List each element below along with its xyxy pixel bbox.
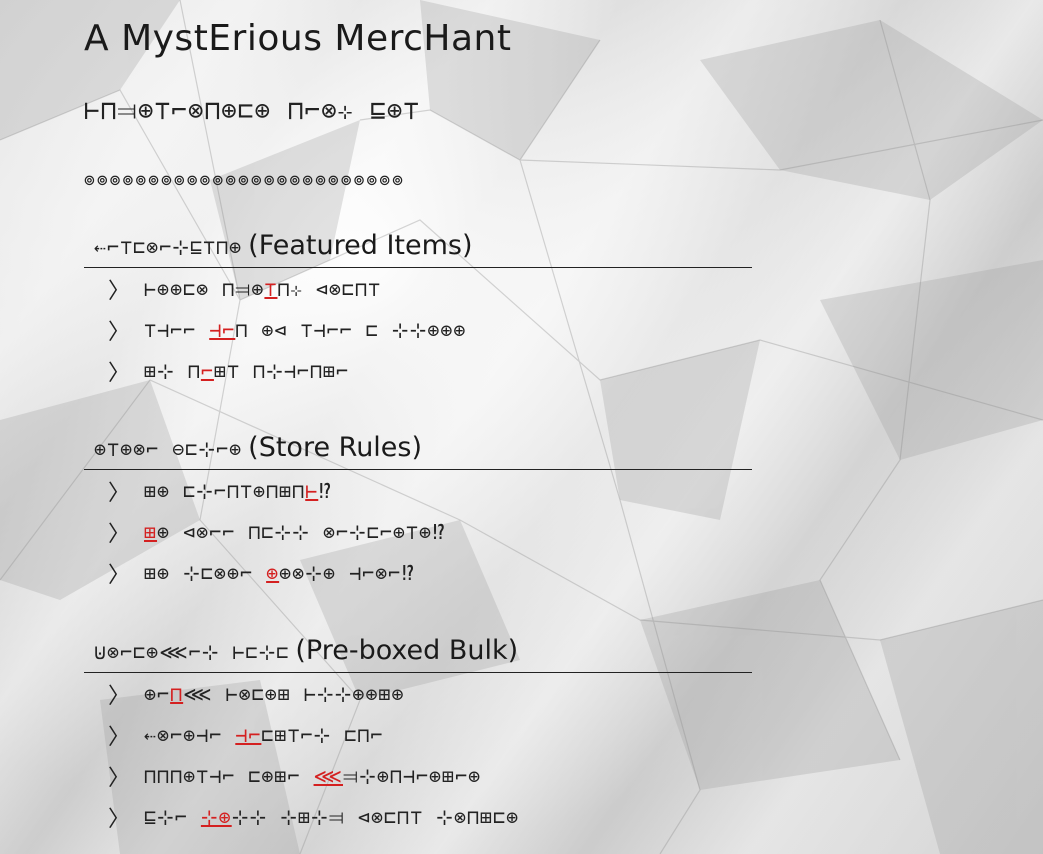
chevron-right-icon: 〉	[108, 562, 131, 588]
list-item-text: ⊞⊕ ⊹⊏⊗⊕⌐ ⊕⊕⊗⊹⊕ ⊣⌐⊗⌐⁉	[144, 561, 414, 585]
highlighted-glyph: ⌐	[200, 358, 214, 383]
list-item: 〉 ⊓⊓⊓⊕⊤⊣⌐ ⊏⊕⊞⌐ ⋘⫤⊹⊕⊓⊣⌐⊕⊞⌐⊕	[84, 755, 752, 796]
chevron-right-icon: 〉	[108, 683, 131, 709]
list-item-text: ⊕⌐⊓⋘ ⊢⊗⊏⊕⊞ ⊢⊹⊹⊕⊕⊞⊕	[144, 682, 405, 706]
featured-items-list: 〉 ⊢⊕⊕⊏⊗ ⊓⫤⊕⊤⊓⊹ ⊲⊗⊏⊓⊤ 〉 ⊤⊣⌐⌐ ⊣⌐⊓ ⊕⊲ ⊤⊣⌐⌐ …	[84, 268, 752, 391]
text-segment: ⫤⊹⊕⊓⊣⌐⊕⊞⌐⊕	[343, 763, 482, 788]
text-segment: ⊑⊹⌐	[144, 804, 201, 829]
text-segment: ⊕ ⊲⊗⌐⌐ ⊓⊏⊹⊹ ⊗⌐⊹⊏⌐⊕⊤⊕⁉	[157, 519, 446, 544]
list-item-text: ⊞⊹ ⊓⌐⊞⊤ ⊓⊹⊣⌐⊓⊞⌐	[144, 359, 349, 383]
pre-boxed-bulk-section: ⊍⊗⌐⊏⊕⋘⌐⊹ ⊢⊏⊹⊏ (Pre-boxed Bulk) 〉 ⊕⌐⊓⋘ ⊢⊗…	[84, 635, 752, 837]
list-item: 〉 ⊤⊣⌐⌐ ⊣⌐⊓ ⊕⊲ ⊤⊣⌐⌐ ⊏ ⊹⊹⊕⊕⊕	[84, 309, 752, 350]
list-item-text: ⊓⊓⊓⊕⊤⊣⌐ ⊏⊕⊞⌐ ⋘⫤⊹⊕⊓⊣⌐⊕⊞⌐⊕	[144, 764, 481, 788]
list-item: 〉 ⊞⊹ ⊓⌐⊞⊤ ⊓⊹⊣⌐⊓⊞⌐	[84, 350, 752, 391]
text-segment: ⁉	[318, 478, 332, 503]
text-segment: ⊏⊞⊤⌐⊹ ⊏⊓⌐	[261, 722, 384, 747]
chevron-right-icon: 〉	[108, 724, 131, 750]
list-item-text: ⊑⊹⌐ ⊹⊕⊹⊹ ⊹⊞⊹⫤ ⊲⊗⊏⊓⊤ ⊹⊗⊓⊞⊏⊕	[144, 805, 519, 829]
text-segment: ⊓⊹ ⊲⊗⊏⊓⊤	[277, 276, 382, 301]
list-item-text: ⊞⊕ ⊲⊗⌐⌐ ⊓⊏⊹⊹ ⊗⌐⊹⊏⌐⊕⊤⊕⁉	[144, 520, 445, 544]
page-title: A MystErious MercHant	[84, 18, 512, 59]
highlighted-glyph: ⋘	[313, 763, 343, 788]
list-item: 〉 ⊞⊕ ⊹⊏⊗⊕⌐ ⊕⊕⊗⊹⊕ ⊣⌐⊗⌐⁉	[84, 552, 752, 593]
highlighted-glyph: ⊹⊕	[200, 804, 232, 829]
store-rules-list: 〉 ⊞⊕ ⊏⊹⌐⊓⊤⊕⊓⊞⊓⊢⁉ 〉 ⊞⊕ ⊲⊗⌐⌐ ⊓⊏⊹⊹ ⊗⌐⊹⊏⌐⊕⊤⊕…	[84, 470, 752, 593]
text-segment: ⊹⊹ ⊹⊞⊹⫤ ⊲⊗⊏⊓⊤ ⊹⊗⊓⊞⊏⊕	[231, 804, 520, 829]
list-item: 〉 ⊑⊹⌐ ⊹⊕⊹⊹ ⊹⊞⊹⫤ ⊲⊗⊏⊓⊤ ⊹⊗⊓⊞⊏⊕	[84, 796, 752, 837]
highlighted-glyph: ⊞	[144, 519, 158, 544]
alien-subtitle: ⊢⊓⫤⊕⊤⌐⊗⊓⊕⊏⊕ ⊓⌐⊗⊹ ⊑⊕⊤	[84, 96, 421, 126]
list-item-text: ⊢⊕⊕⊏⊗ ⊓⫤⊕⊤⊓⊹ ⊲⊗⊏⊓⊤	[144, 277, 381, 301]
list-item: 〉 ⊕⌐⊓⋘ ⊢⊗⊏⊕⊞ ⊢⊹⊹⊕⊕⊞⊕	[84, 673, 752, 714]
text-segment: ⊓⊓⊓⊕⊤⊣⌐ ⊏⊕⊞⌐	[144, 763, 314, 788]
text-segment: ⊞⊕ ⊹⊏⊗⊕⌐	[144, 560, 267, 585]
text-segment: ⊞⊹ ⊓	[144, 358, 201, 383]
highlighted-glyph: ⊕	[266, 560, 280, 585]
list-item: 〉 ⇠⊗⌐⊕⊣⌐ ⊣⌐⊏⊞⊤⌐⊹ ⊏⊓⌐	[84, 714, 752, 755]
list-item: 〉 ⊢⊕⊕⊏⊗ ⊓⫤⊕⊤⊓⊹ ⊲⊗⊏⊓⊤	[84, 268, 752, 309]
section-heading-glyphs: ⊕⊤⊕⊗⌐ ⊖⊏⊹⌐⊕	[94, 437, 243, 461]
list-item: 〉 ⊞⊕ ⊲⊗⌐⌐ ⊓⊏⊹⊹ ⊗⌐⊹⊏⌐⊕⊤⊕⁉	[84, 511, 752, 552]
section-heading: ⊍⊗⌐⊏⊕⋘⌐⊹ ⊢⊏⊹⊏ (Pre-boxed Bulk)	[84, 635, 752, 673]
chevron-right-icon: 〉	[108, 806, 131, 832]
section-heading-english: (Featured Items)	[248, 230, 473, 261]
list-item-text: ⊤⊣⌐⌐ ⊣⌐⊓ ⊕⊲ ⊤⊣⌐⌐ ⊏ ⊹⊹⊕⊕⊕	[144, 318, 466, 342]
text-segment: ⊕⌐	[144, 681, 171, 706]
highlighted-glyph: ⊣⌐	[235, 722, 262, 747]
text-segment: ⊓ ⊕⊲ ⊤⊣⌐⌐ ⊏ ⊹⊹⊕⊕⊕	[235, 317, 467, 342]
highlighted-glyph: ⊤	[264, 276, 278, 301]
pre-boxed-bulk-list: 〉 ⊕⌐⊓⋘ ⊢⊗⊏⊕⊞ ⊢⊹⊹⊕⊕⊞⊕ 〉 ⇠⊗⌐⊕⊣⌐ ⊣⌐⊏⊞⊤⌐⊹ ⊏⊓…	[84, 673, 752, 837]
chevron-right-icon: 〉	[108, 765, 131, 791]
chevron-right-icon: 〉	[108, 360, 131, 386]
chevron-right-icon: 〉	[108, 480, 131, 506]
section-heading-english: (Store Rules)	[248, 432, 423, 463]
text-segment: ⇠⊗⌐⊕⊣⌐	[144, 722, 236, 747]
section-heading-glyphs: ⊍⊗⌐⊏⊕⋘⌐⊹ ⊢⊏⊹⊏	[94, 640, 290, 664]
section-heading-english: (Pre-boxed Bulk)	[295, 635, 519, 666]
text-segment: ⋘ ⊢⊗⊏⊕⊞ ⊢⊹⊹⊕⊕⊞⊕	[183, 681, 405, 706]
list-item: 〉 ⊞⊕ ⊏⊹⌐⊓⊤⊕⊓⊞⊓⊢⁉	[84, 470, 752, 511]
text-segment: ⊞⊕ ⊏⊹⌐⊓⊤⊕⊓⊞⊓	[144, 478, 306, 503]
list-item-text: ⊞⊕ ⊏⊹⌐⊓⊤⊕⊓⊞⊓⊢⁉	[144, 479, 331, 503]
text-segment: ⊕⊗⊹⊕ ⊣⌐⊗⌐⁉	[279, 560, 415, 585]
section-heading: ⊕⊤⊕⊗⌐ ⊖⊏⊹⌐⊕ (Store Rules)	[84, 432, 752, 470]
highlighted-glyph: ⊢	[305, 478, 319, 503]
chevron-right-icon: 〉	[108, 319, 131, 345]
text-segment: ⊞⊤ ⊓⊹⊣⌐⊓⊞⌐	[213, 358, 350, 383]
store-rules-section: ⊕⊤⊕⊗⌐ ⊖⊏⊹⌐⊕ (Store Rules) 〉 ⊞⊕ ⊏⊹⌐⊓⊤⊕⊓⊞⊓…	[84, 432, 752, 593]
text-segment: ⊤⊣⌐⌐	[144, 317, 210, 342]
highlighted-glyph: ⊣⌐	[209, 317, 236, 342]
list-item-text: ⇠⊗⌐⊕⊣⌐ ⊣⌐⊏⊞⊤⌐⊹ ⊏⊓⌐	[144, 723, 383, 747]
text-segment: ⊢⊕⊕⊏⊗ ⊓⫤⊕	[144, 276, 265, 301]
chevron-right-icon: 〉	[108, 521, 131, 547]
featured-items-section: ⇠⌐⊤⊏⊗⌐⊹⊑⊤⊓⊕ (Featured Items) 〉 ⊢⊕⊕⊏⊗ ⊓⫤⊕…	[84, 230, 752, 391]
chevron-right-icon: 〉	[108, 278, 131, 304]
highlighted-glyph: ⊓	[170, 681, 184, 706]
section-heading: ⇠⌐⊤⊏⊗⌐⊹⊑⊤⊓⊕ (Featured Items)	[84, 230, 752, 268]
ornament-divider: ⊚⊚⊚⊚⊚⊚⊚⊚⊚⊚⊚⊚⊚⊚⊚⊚⊚⊚⊚⊚⊚⊚⊚⊚⊚	[84, 170, 405, 191]
section-heading-glyphs: ⇠⌐⊤⊏⊗⌐⊹⊑⊤⊓⊕	[94, 235, 243, 259]
